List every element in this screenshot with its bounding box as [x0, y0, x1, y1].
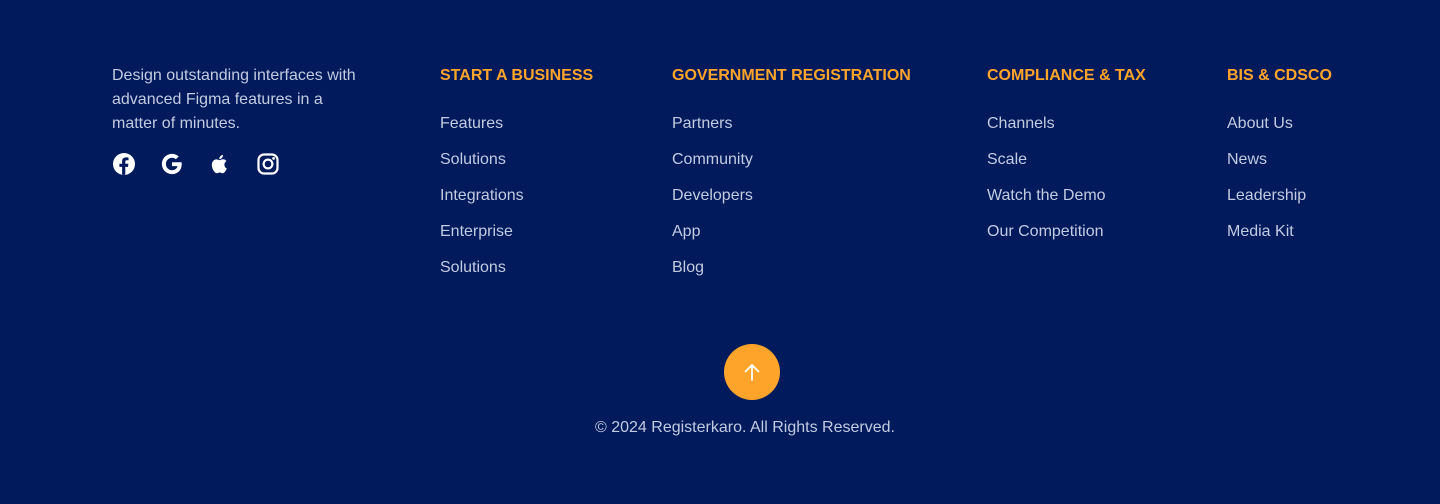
link-list: About Us News Leadership Media Kit [1227, 112, 1332, 244]
footer-link-watch-the-demo[interactable]: Watch the Demo [987, 184, 1146, 208]
footer-link-media-kit[interactable]: Media Kit [1227, 220, 1332, 244]
footer-link-scale[interactable]: Scale [987, 148, 1146, 172]
footer-brand: Design outstanding interfaces with advan… [112, 64, 372, 176]
column-heading: BIS & CDSCO [1227, 67, 1332, 84]
footer-link-solutions[interactable]: Solutions [440, 148, 593, 172]
google-icon[interactable] [160, 152, 184, 176]
facebook-icon[interactable] [112, 152, 136, 176]
footer-column-start-a-business: START A BUSINESS Features Solutions Inte… [440, 64, 593, 292]
column-heading: COMPLIANCE & TAX [987, 67, 1146, 84]
footer-tagline: Design outstanding interfaces with advan… [112, 67, 356, 132]
copyright-text: © 2024 Registerkaro. All Rights Reserved… [595, 419, 895, 436]
site-footer: Design outstanding interfaces with advan… [0, 0, 1440, 504]
footer-link-leadership[interactable]: Leadership [1227, 184, 1332, 208]
footer-link-features[interactable]: Features [440, 112, 593, 136]
footer-column-government-registration: GOVERNMENT REGISTRATION Partners Communi… [672, 64, 911, 292]
footer-column-bis-cdsco: BIS & CDSCO About Us News Leadership Med… [1227, 64, 1332, 256]
footer-link-about-us[interactable]: About Us [1227, 112, 1332, 136]
instagram-icon[interactable] [256, 152, 280, 176]
apple-icon[interactable] [208, 152, 232, 176]
column-heading: GOVERNMENT REGISTRATION [672, 67, 911, 84]
arrow-up-icon [740, 360, 764, 384]
footer-link-partners[interactable]: Partners [672, 112, 911, 136]
footer-link-channels[interactable]: Channels [987, 112, 1146, 136]
footer-link-news[interactable]: News [1227, 148, 1332, 172]
footer-link-solutions-2[interactable]: Solutions [440, 256, 593, 280]
footer-link-enterprise[interactable]: Enterprise [440, 220, 593, 244]
footer-link-community[interactable]: Community [672, 148, 911, 172]
footer-link-integrations[interactable]: Integrations [440, 184, 593, 208]
scroll-to-top-button[interactable] [724, 344, 780, 400]
footer-link-developers[interactable]: Developers [672, 184, 911, 208]
footer-column-compliance-tax: COMPLIANCE & TAX Channels Scale Watch th… [987, 64, 1146, 256]
link-list: Partners Community Developers App Blog [672, 112, 911, 280]
column-heading: START A BUSINESS [440, 67, 594, 84]
footer-link-our-competition[interactable]: Our Competition [987, 220, 1146, 244]
footer-link-blog[interactable]: Blog [672, 256, 911, 280]
social-links [112, 152, 372, 176]
link-list: Features Solutions Integrations Enterpri… [440, 112, 593, 280]
link-list: Channels Scale Watch the Demo Our Compet… [987, 112, 1146, 244]
footer-link-app[interactable]: App [672, 220, 911, 244]
